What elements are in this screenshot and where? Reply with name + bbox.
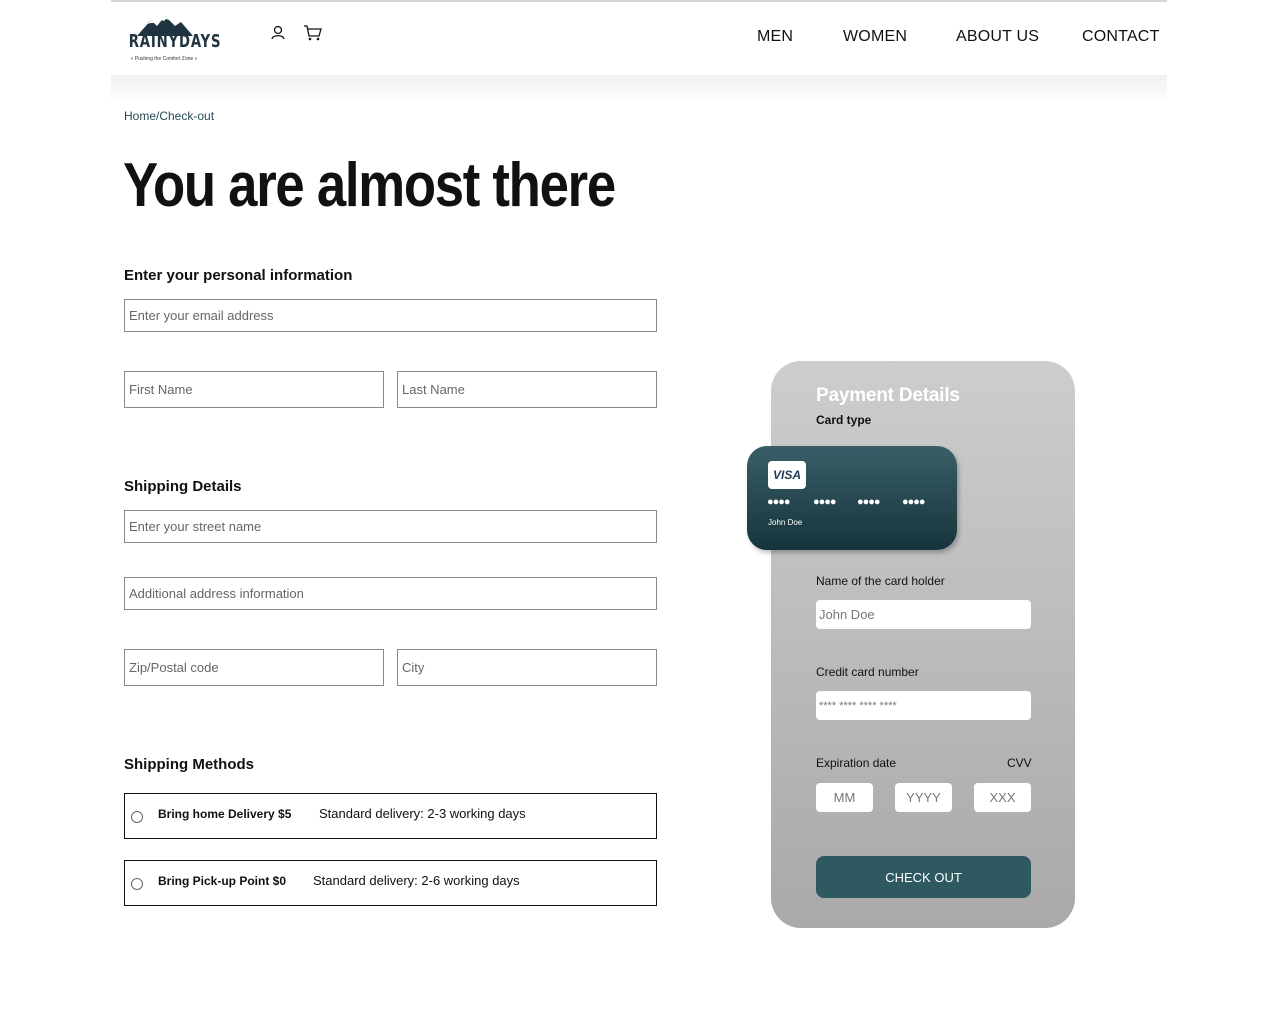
- card-digits-group: ●●●●: [857, 496, 881, 508]
- card-holder-name: John Doe: [768, 518, 803, 527]
- cvv-field[interactable]: [974, 783, 1031, 812]
- card-holder-label: Name of the card holder: [816, 574, 945, 588]
- logo-text: RAINYDAYS: [128, 31, 222, 52]
- credit-card-preview[interactable]: VISA ●●●● ●●●● ●●●● ●●●● John Doe: [747, 446, 957, 550]
- email-field[interactable]: [124, 299, 657, 332]
- card-digits-group: ●●●●: [902, 496, 926, 508]
- page-title: You are almost there: [123, 151, 616, 220]
- payment-panel: Payment Details Card type VISA ●●●● ●●●●…: [747, 361, 1075, 928]
- zip-field[interactable]: [124, 649, 384, 686]
- card-number-label: Credit card number: [816, 665, 919, 679]
- breadcrumb[interactable]: Home/Check-out: [124, 109, 214, 123]
- city-field[interactable]: [397, 649, 657, 686]
- expiry-year-field[interactable]: [895, 783, 952, 812]
- nav-men[interactable]: MEN: [757, 28, 793, 46]
- checkout-button[interactable]: CHECK OUT: [816, 856, 1031, 898]
- page-frame: RAINYDAYS « Pushing the Comfort Zone » M…: [111, 0, 1167, 1020]
- card-number-field[interactable]: [816, 691, 1031, 720]
- nav-about-us[interactable]: ABOUT US: [956, 28, 1039, 46]
- payment-title: Payment Details: [816, 385, 960, 406]
- visa-logo-icon: VISA: [768, 461, 806, 489]
- radio-button[interactable]: [131, 811, 143, 823]
- logo-tagline: « Pushing the Comfort Zone »: [130, 56, 198, 62]
- site-header: RAINYDAYS « Pushing the Comfort Zone » M…: [111, 2, 1167, 75]
- shipping-option-name: Bring Pick-up Point $0: [158, 874, 287, 888]
- first-name-field[interactable]: [124, 371, 384, 408]
- last-name-field[interactable]: [397, 371, 657, 408]
- user-icon[interactable]: [269, 24, 289, 44]
- nav-women[interactable]: WOMEN: [843, 28, 907, 46]
- shipping-option-name: Bring home Delivery $5: [158, 807, 292, 821]
- cvv-label: CVV: [1007, 756, 1032, 770]
- header-shadow: [111, 75, 1167, 105]
- shipping-option-home-delivery[interactable]: Bring home Delivery $5 Standard delivery…: [124, 793, 657, 839]
- shipping-methods-heading: Shipping Methods: [124, 756, 254, 773]
- expiry-month-field[interactable]: [816, 783, 873, 812]
- nav-contact[interactable]: CONTACT: [1082, 28, 1160, 46]
- expiration-date-label: Expiration date: [816, 756, 897, 770]
- card-type-label: Card type: [816, 413, 872, 427]
- shipping-option-desc: Standard delivery: 2-3 working days: [319, 806, 526, 821]
- site-logo[interactable]: RAINYDAYS « Pushing the Comfort Zone »: [121, 14, 222, 66]
- card-digits-group: ●●●●: [767, 496, 791, 508]
- radio-button[interactable]: [131, 878, 143, 890]
- shipping-option-pickup-point[interactable]: Bring Pick-up Point $0 Standard delivery…: [124, 860, 657, 906]
- shipping-option-desc: Standard delivery: 2-6 working days: [313, 873, 520, 888]
- shipping-details-heading: Shipping Details: [124, 478, 242, 495]
- cart-icon[interactable]: [303, 24, 323, 44]
- street-field[interactable]: [124, 510, 657, 543]
- additional-address-field[interactable]: [124, 577, 657, 610]
- card-digits-group: ●●●●: [813, 496, 837, 508]
- card-holder-field[interactable]: [816, 600, 1031, 629]
- personal-info-heading: Enter your personal information: [124, 267, 353, 284]
